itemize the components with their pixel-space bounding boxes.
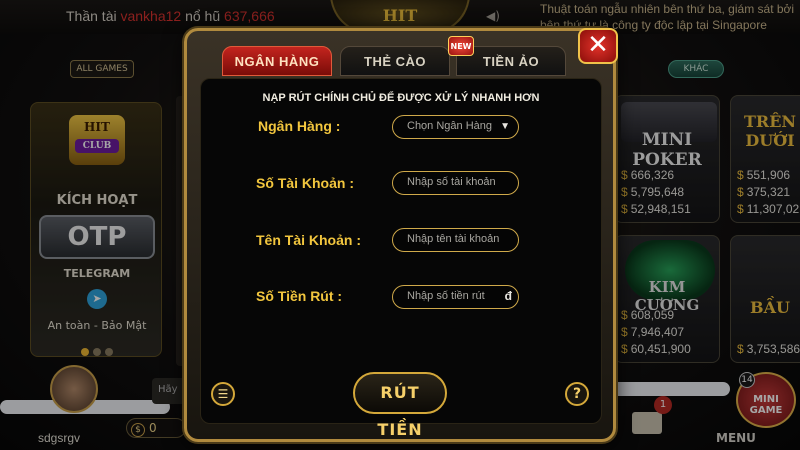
new-badge: NEW — [448, 36, 474, 56]
tab-bank[interactable]: NGÂN HÀNG — [222, 46, 332, 76]
chevron-down-icon: ▼ — [500, 121, 510, 132]
help-icon[interactable]: ? — [565, 382, 589, 406]
amount-field[interactable]: Nhập số tiền rút đ — [392, 285, 519, 309]
amount-label: Số Tiền Rút : — [256, 288, 343, 304]
bank-label: Ngân Hàng : — [258, 118, 341, 134]
withdraw-button[interactable]: RÚT TIỀN — [353, 372, 447, 439]
currency-dong-icon: đ — [504, 289, 512, 303]
account-name-field[interactable]: Nhập tên tài khoản — [392, 228, 519, 252]
bank-select[interactable]: Chọn Ngân Hàng ▼ — [392, 115, 519, 139]
account-number-label: Số Tài Khoản : — [256, 175, 354, 191]
tab-scratch-card[interactable]: THẺ CÀO — [340, 46, 450, 76]
account-number-field[interactable]: Nhập số tài khoản — [392, 171, 519, 195]
close-button[interactable]: ✕ — [578, 28, 618, 64]
account-name-label: Tên Tài Khoản : — [256, 232, 361, 248]
notice-text: NẠP RÚT CHÍNH CHỦ ĐỂ ĐƯỢC XỬ LÝ NHANH HƠ… — [262, 92, 540, 104]
history-document-icon[interactable]: ☰ — [211, 382, 235, 406]
